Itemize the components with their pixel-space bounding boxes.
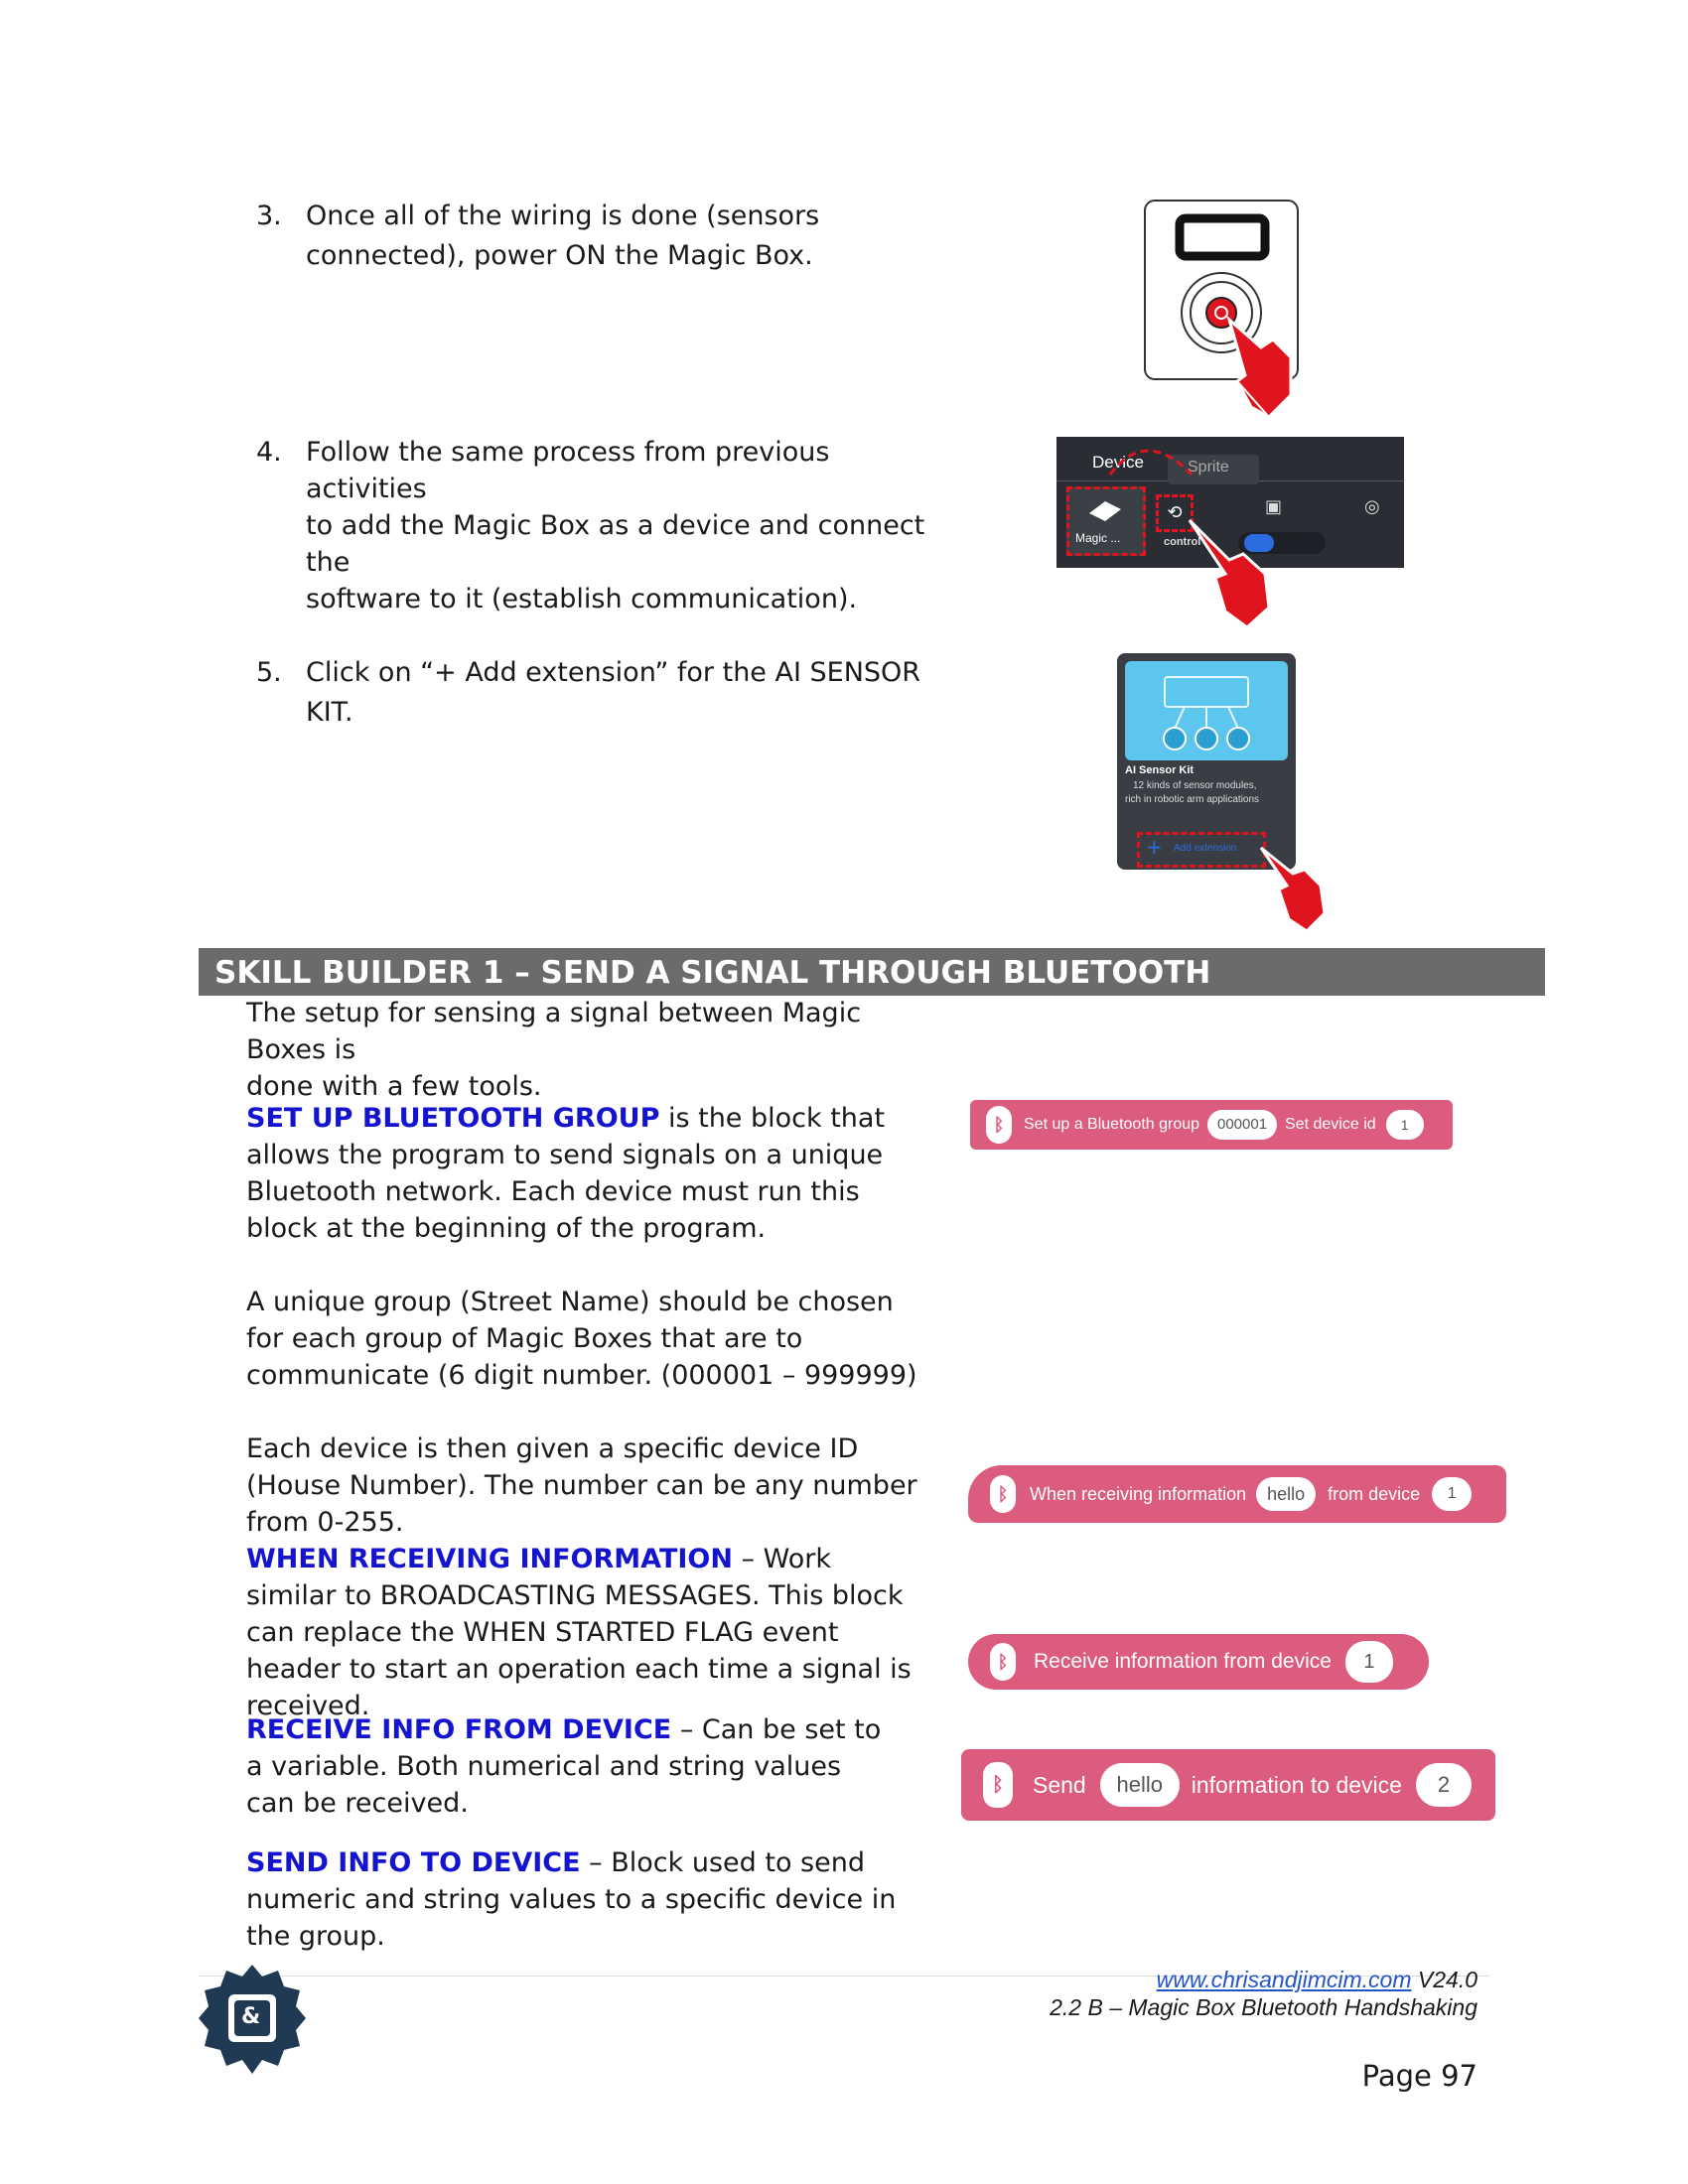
- dashed-arc-icon: [1108, 449, 1194, 477]
- footer-version: V24.0: [1411, 1967, 1477, 1992]
- block-label: Receive information from device: [1034, 1650, 1332, 1673]
- keyword: SEND INFO TO DEVICE: [246, 1847, 581, 1878]
- footer-subtitle: 2.2 B – Magic Box Bluetooth Handshaking: [1050, 1994, 1477, 2020]
- keyword: RECEIVE INFO FROM DEVICE: [246, 1714, 672, 1745]
- block-label: Set device id: [1285, 1116, 1376, 1133]
- card-desc-line: 12 kinds of sensor modules,: [1133, 780, 1257, 791]
- step-text: Click on “+ Add extension” for the AI SE…: [306, 653, 951, 733]
- keyword: SET UP BLUETOOTH GROUP: [246, 1103, 660, 1134]
- upload-icon[interactable]: ▣: [1265, 496, 1282, 517]
- section-banner: SKILL BUILDER 1 – SEND A SIGNAL THROUGH …: [199, 948, 1545, 996]
- step-3: 3. Once all of the wiring is done (senso…: [256, 197, 852, 286]
- block-label: When receiving information: [1030, 1483, 1247, 1504]
- footer-url-link[interactable]: www.chrisandjimcim.com: [1157, 1967, 1412, 1992]
- company-logo: &: [197, 1961, 308, 2082]
- device-id-input[interactable]: 1: [1432, 1477, 1473, 1511]
- device-id-paragraph: Each device is then given a specific dev…: [246, 1433, 917, 1538]
- step-text: Once all of the wiring is done (sensors …: [306, 197, 819, 276]
- magic-box-power-illustration: [1142, 199, 1321, 437]
- step-line: connected), power ON the Magic Box.: [306, 240, 813, 271]
- when-receiving-block: ᛒ When receiving information hello from …: [968, 1465, 1506, 1523]
- plus-icon: +: [1146, 835, 1163, 859]
- card-image: [1125, 661, 1288, 760]
- message-input[interactable]: hello: [1256, 1477, 1317, 1511]
- message-input[interactable]: hello: [1099, 1763, 1180, 1807]
- add-extension-label: Add extension: [1174, 843, 1237, 854]
- pointer-hand-icon: [1259, 846, 1327, 933]
- bluetooth-icon: ᛒ: [986, 1106, 1012, 1144]
- card-title: AI Sensor Kit: [1125, 764, 1195, 776]
- step-number: 4.: [256, 437, 282, 468]
- step-line: to add the Magic Box as a device and con…: [306, 510, 925, 578]
- bluetooth-icon: ᛒ: [990, 1643, 1016, 1681]
- step-5: 5. Click on “+ Add extension” for the AI…: [256, 653, 951, 728]
- page-number: Page 97: [1361, 2059, 1477, 2093]
- add-extension-button[interactable]: + Add extension: [1137, 832, 1266, 868]
- setup-bluetooth-block: ᛒ Set up a Bluetooth group 000001 Set de…: [970, 1100, 1453, 1150]
- step-text: Follow the same process from previous ac…: [306, 434, 951, 617]
- ai-sensor-kit-card: AI Sensor Kit 12 kinds of sensor modules…: [1117, 653, 1296, 870]
- receive-info-block: ᛒ Receive information from device 1: [968, 1634, 1429, 1690]
- bluetooth-icon: ᛒ: [990, 1475, 1016, 1513]
- block-label: Send: [1033, 1771, 1086, 1798]
- setup-paragraph: SET UP BLUETOOTH GROUP is the block that…: [246, 1100, 902, 1247]
- device-tile-label: Magic ...: [1075, 531, 1121, 545]
- group-input[interactable]: 000001: [1207, 1110, 1278, 1140]
- keyword: WHEN RECEIVING INFORMATION: [246, 1544, 733, 1574]
- logo-text: &: [241, 2004, 261, 2029]
- send-paragraph: SEND INFO TO DEVICE – Block used to send…: [246, 1844, 921, 1955]
- step-line: Click on “+ Add extension” for the AI SE…: [306, 657, 921, 728]
- footer-url-line: www.chrisandjimcim.com V24.0: [1157, 1967, 1477, 1993]
- intro-line: The setup for sensing a signal between M…: [246, 998, 862, 1065]
- device-panel-screenshot: Device Sprite Magic ... ⟲ ▣ ◎ control: [1056, 437, 1404, 645]
- card-desc-line: rich in robotic arm applications: [1125, 794, 1260, 805]
- step-number: 3.: [256, 201, 282, 231]
- device-id-input[interactable]: 1: [1385, 1110, 1424, 1140]
- group-paragraph: A unique group (Street Name) should be c…: [246, 1287, 917, 1391]
- block-label: information to device: [1191, 1771, 1402, 1798]
- step-line: Follow the same process from previous ac…: [306, 437, 830, 504]
- magic-device-tile[interactable]: Magic ...: [1066, 486, 1146, 556]
- block-label: Set up a Bluetooth group: [1024, 1116, 1200, 1133]
- pointer-hand-icon: [1188, 518, 1271, 625]
- power-button-icon: [1144, 200, 1299, 419]
- device-id-input[interactable]: 1: [1344, 1641, 1393, 1683]
- step-line: software to it (establish communication)…: [306, 584, 858, 614]
- bluetooth-icon: ᛒ: [983, 1762, 1013, 1808]
- settings-icon[interactable]: ◎: [1364, 496, 1380, 517]
- sensor-kit-illustration-icon: [1163, 676, 1250, 751]
- intro-paragraph: The setup for sensing a signal between M…: [246, 995, 931, 1105]
- receive-paragraph: RECEIVE INFO FROM DEVICE – Can be set to…: [246, 1711, 882, 1822]
- device-icon: [1089, 501, 1121, 521]
- step-line: Once all of the wiring is done (sensors: [306, 201, 820, 231]
- step-number: 5.: [256, 657, 282, 688]
- block-label: from device: [1328, 1483, 1421, 1504]
- step-4: 4. Follow the same process from previous…: [256, 434, 951, 614]
- when-paragraph: WHEN RECEIVING INFORMATION – Work simila…: [246, 1541, 912, 1724]
- send-info-block: ᛒ Send hello information to device 2: [961, 1749, 1495, 1821]
- device-id-input[interactable]: 2: [1415, 1763, 1472, 1807]
